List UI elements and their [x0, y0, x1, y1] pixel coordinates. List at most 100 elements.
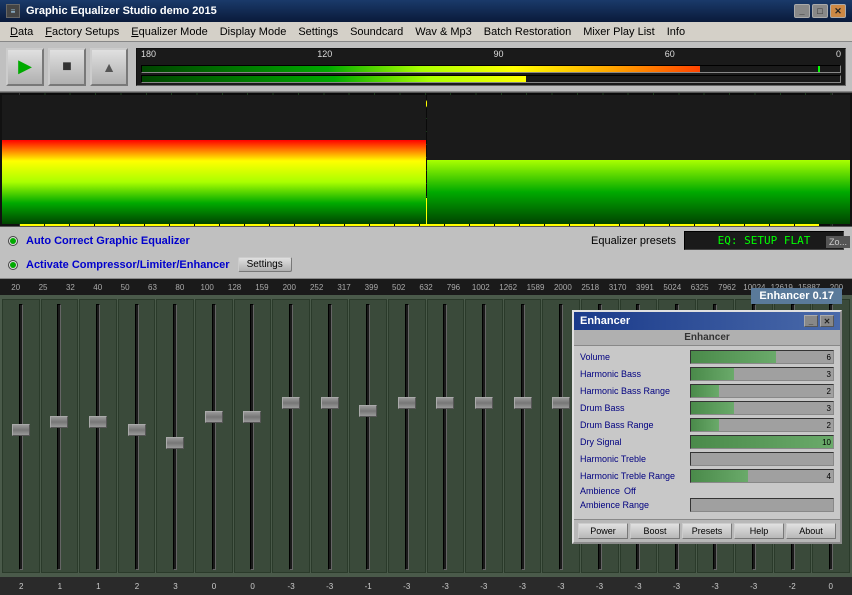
boost-button[interactable]: Boost — [630, 523, 680, 539]
fader-track — [173, 304, 177, 570]
level-label-60: 60 — [665, 49, 675, 63]
fader-channel — [156, 299, 194, 573]
fader-value-label: -3 — [580, 582, 619, 591]
freq-label: 1262 — [494, 283, 521, 292]
enhancer-control-row: Volume6 — [580, 350, 834, 364]
zoom-label: Zo... — [826, 236, 850, 248]
settings-button[interactable]: Settings — [238, 257, 292, 272]
eq-preset-display[interactable]: EQ: SETUP FLAT — [684, 231, 844, 250]
freq-label: 100 — [194, 283, 221, 292]
enhancer-slider[interactable]: 10 — [690, 435, 834, 449]
fader-values: 2112300-3-3-1-3-3-3-3-3-3-3-3-3-3-20 — [0, 577, 852, 595]
fader-channel — [311, 299, 349, 573]
enhancer-control-value: 2 — [827, 385, 831, 399]
fader-handle[interactable] — [12, 424, 30, 436]
fader-handle[interactable] — [436, 397, 454, 409]
level-label-120: 120 — [317, 49, 332, 63]
fader-handle[interactable] — [475, 397, 493, 409]
about-button[interactable]: About — [786, 523, 836, 539]
fader-handle[interactable] — [128, 424, 146, 436]
freq-label: 6325 — [686, 283, 713, 292]
close-button[interactable]: ✕ — [830, 4, 846, 18]
fader-handle[interactable] — [552, 397, 570, 409]
enhancer-header: Enhancer — [574, 330, 840, 346]
menu-settings[interactable]: Settings — [292, 25, 344, 39]
freq-label: 3170 — [604, 283, 631, 292]
enhancer-slider-fill — [691, 419, 719, 431]
fader-handle[interactable] — [321, 397, 339, 409]
fader-handle[interactable] — [359, 405, 377, 417]
auto-correct-label[interactable]: Auto Correct Graphic Equalizer — [26, 235, 190, 247]
fader-channel — [504, 299, 542, 573]
fader-value-label: 3 — [156, 582, 195, 591]
fader-value-label: -3 — [272, 582, 311, 591]
enhancer-control-row: Dry Signal10 — [580, 435, 834, 449]
fader-channel — [234, 299, 272, 573]
menu-mixer-play-list[interactable]: Mixer Play List — [577, 25, 661, 39]
fader-track — [405, 304, 409, 570]
fader-handle[interactable] — [243, 411, 261, 423]
auto-correct-radio[interactable] — [8, 236, 18, 246]
menu-info[interactable]: Info — [661, 25, 691, 39]
fader-value-label: -1 — [349, 582, 388, 591]
eq-controls: Auto Correct Graphic Equalizer Equalizer… — [0, 227, 852, 279]
activate-compressor-label[interactable]: Activate Compressor/Limiter/Enhancer — [26, 259, 230, 271]
enhancer-slider[interactable]: 2 — [690, 418, 834, 432]
minimize-button[interactable]: _ — [794, 4, 810, 18]
menu-soundcard[interactable]: Soundcard — [344, 25, 409, 39]
freq-labels: 2025324050638010012815920025231739950263… — [0, 279, 852, 295]
fader-handle[interactable] — [166, 437, 184, 449]
menu-wav-mp3[interactable]: Wav & Mp3 — [409, 25, 477, 39]
fader-handle[interactable] — [398, 397, 416, 409]
power-button[interactable]: Power — [578, 523, 628, 539]
menu-display-mode[interactable]: Display Mode — [214, 25, 293, 39]
enhancer-control-row: Drum Bass3 — [580, 401, 834, 415]
enhancer-slider[interactable]: 6 — [690, 350, 834, 364]
help-button[interactable]: Help — [734, 523, 784, 539]
menu-equalizer-mode[interactable]: Equalizer Mode — [125, 25, 213, 39]
app-title: Graphic Equalizer Studio demo 2015 — [26, 5, 794, 17]
fader-handle[interactable] — [514, 397, 532, 409]
activate-compressor-radio[interactable] — [8, 260, 18, 270]
enhancer-close-button[interactable]: ✕ — [820, 315, 834, 327]
enhancer-control-label: Dry Signal — [580, 437, 690, 447]
menu-factory-setups[interactable]: Factory Setups — [39, 25, 125, 39]
fader-channel — [427, 299, 465, 573]
fader-handle[interactable] — [50, 416, 68, 428]
fader-handle[interactable] — [282, 397, 300, 409]
enhancer-control-label: Harmonic Treble Range — [580, 471, 690, 481]
enhancer-title-buttons: _ ✕ — [804, 315, 834, 327]
enhancer-slider[interactable]: 3 — [690, 367, 834, 381]
play-button[interactable]: ▶ — [6, 48, 44, 86]
stop-button[interactable]: ■ — [48, 48, 86, 86]
fader-value-label: -3 — [426, 582, 465, 591]
enhancer-control-row: Harmonic Bass Range 2 — [580, 384, 834, 398]
fader-track — [289, 304, 293, 570]
ambience-range-slider[interactable] — [690, 498, 834, 512]
fader-value-label: -3 — [657, 582, 696, 591]
fader-value-label: 0 — [811, 582, 850, 591]
enhancer-slider[interactable]: 4 — [690, 469, 834, 483]
enhancer-minimize-button[interactable]: _ — [804, 315, 818, 327]
fader-value-label: -3 — [387, 582, 426, 591]
eject-button[interactable]: ▲ — [90, 48, 128, 86]
fader-track — [19, 304, 23, 570]
freq-label: 3991 — [631, 283, 658, 292]
freq-label: 200 — [276, 283, 303, 292]
level-label-0: 0 — [836, 49, 841, 63]
fader-channel — [118, 299, 156, 573]
fader-handle[interactable] — [205, 411, 223, 423]
freq-label: 32 — [57, 283, 84, 292]
maximize-button[interactable]: □ — [812, 4, 828, 18]
enhancer-slider[interactable] — [690, 452, 834, 466]
fader-channel — [465, 299, 503, 573]
menu-batch-restoration[interactable]: Batch Restoration — [478, 25, 577, 39]
fader-handle[interactable] — [89, 416, 107, 428]
freq-label: 1002 — [467, 283, 494, 292]
enhancer-control-label: Volume — [580, 352, 690, 362]
enhancer-control-label: Harmonic Bass Range — [580, 386, 690, 396]
menu-data[interactable]: Data — [4, 25, 39, 39]
enhancer-slider[interactable]: 2 — [690, 384, 834, 398]
enhancer-slider[interactable]: 3 — [690, 401, 834, 415]
presets-button[interactable]: Presets — [682, 523, 732, 539]
